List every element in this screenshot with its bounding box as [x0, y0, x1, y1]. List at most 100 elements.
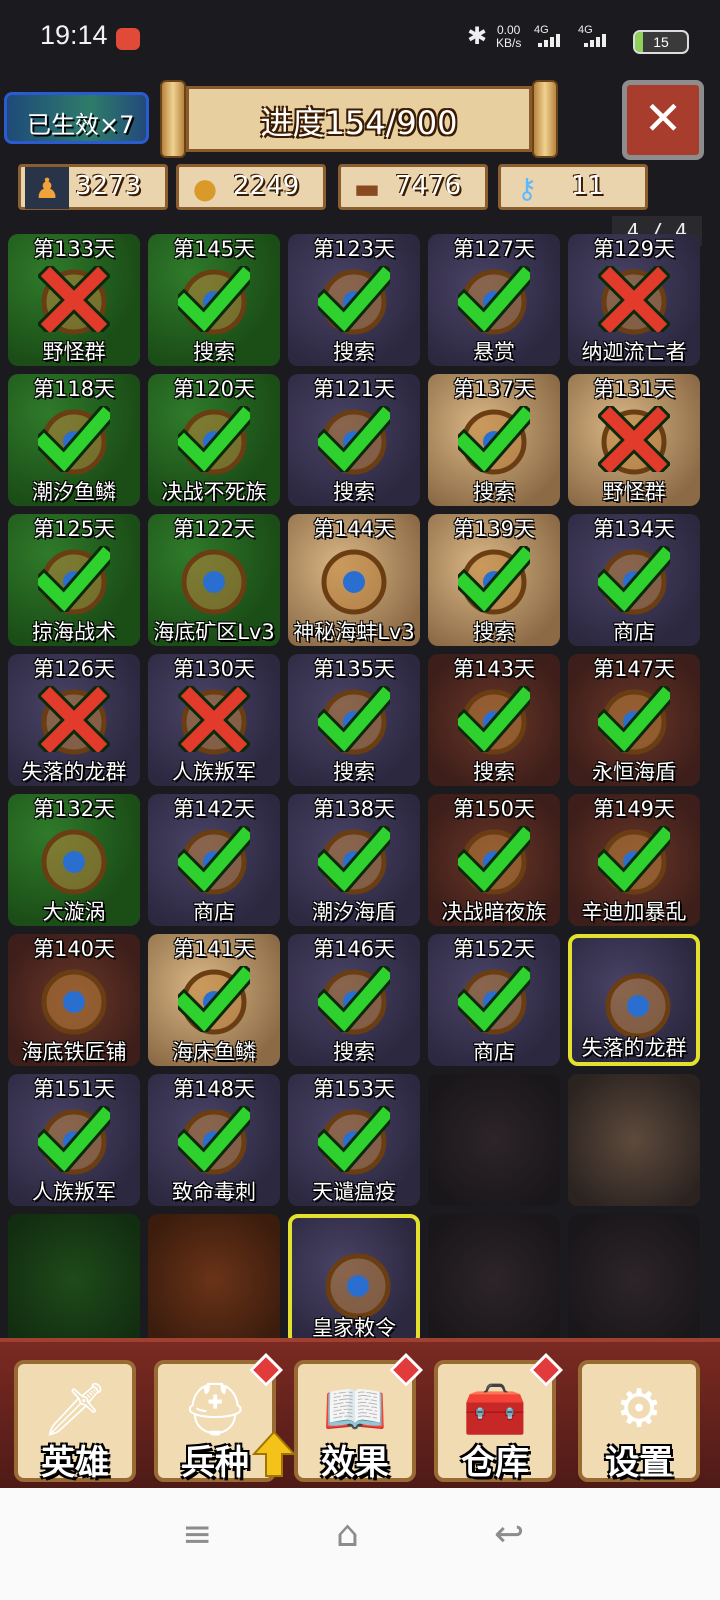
close-button[interactable]: ✕: [622, 80, 704, 160]
event-day-label: 第150天: [452, 797, 536, 821]
event-tile[interactable]: 第139天 搜索: [428, 514, 560, 646]
event-tile[interactable]: 第144天 神秘海蚌Lv3: [288, 514, 420, 646]
check-icon: [318, 686, 390, 752]
check-icon: [598, 686, 670, 752]
bottom-nav: 🗡 英雄 ⛑ 兵种 📖 效果 🧰 仓库 ⚙ 设置: [0, 1338, 720, 1492]
back-icon[interactable]: ↩: [494, 1514, 524, 1555]
event-tile[interactable]: 第148天 致命毒刺: [148, 1074, 280, 1206]
event-tile[interactable]: 第153天 天谴瘟疫: [288, 1074, 420, 1206]
event-day-label: 第142天: [172, 797, 256, 821]
wood-logs-icon: ▬: [353, 171, 381, 205]
close-icon: ✕: [643, 91, 683, 145]
event-day-label: 第130天: [172, 657, 256, 681]
event-name-label: 野怪群: [42, 340, 106, 364]
event-day-label: 第143天: [452, 657, 536, 681]
gold-coins-icon: ●: [192, 171, 218, 205]
event-day-label: 第134天: [592, 517, 676, 541]
event-name-label: 野怪群: [602, 480, 666, 504]
event-art-icon: [41, 829, 107, 895]
nav-effects-button[interactable]: 📖 效果: [294, 1353, 423, 1483]
resource-wood: ▬ 7476: [338, 164, 488, 210]
bluetooth-icon: ✱: [467, 22, 488, 50]
event-day-label: 第148天: [172, 1077, 256, 1101]
event-tile[interactable]: 第150天决战暗夜族: [428, 794, 560, 926]
event-name-label: 决战暗夜族: [441, 900, 547, 924]
event-tile[interactable]: 第130天 人族叛军: [148, 654, 280, 786]
event-tile[interactable]: 皇家敕令: [288, 1214, 420, 1346]
event-day-label: 第137天: [452, 377, 536, 401]
cross-icon: [178, 686, 250, 752]
event-tile[interactable]: 第143天 搜索: [428, 654, 560, 786]
event-art-icon: [41, 969, 107, 1035]
event-name-label: 大漩涡: [42, 900, 106, 924]
event-name-label: 神秘海蚌Lv3: [293, 620, 415, 644]
check-icon: [318, 406, 390, 472]
event-tile[interactable]: 第142天 商店: [148, 794, 280, 926]
cross-icon: [598, 406, 670, 472]
event-tile[interactable]: 第121天 搜索: [288, 374, 420, 506]
event-tile[interactable]: 第126天 失落的龙群: [8, 654, 140, 786]
event-name-label: 商店: [473, 1040, 515, 1064]
check-icon: [458, 686, 530, 752]
signal-bars-icon: [538, 34, 560, 47]
event-day-label: 第138天: [312, 797, 396, 821]
event-tile[interactable]: 第134天 商店: [568, 514, 700, 646]
network-speed: 0.00 KB/s: [496, 23, 522, 50]
check-icon: [178, 966, 250, 1032]
event-day-label: 第132天: [32, 797, 116, 821]
event-tile[interactable]: 第133天 野怪群: [8, 234, 140, 366]
event-tile[interactable]: [148, 1214, 280, 1346]
event-day-label: 第135天: [312, 657, 396, 681]
event-name-label: 悬赏: [473, 340, 515, 364]
event-tile[interactable]: 第127天悬赏: [428, 234, 560, 366]
event-art-icon: [454, 1242, 534, 1320]
event-tile[interactable]: 第151天 人族叛军: [8, 1074, 140, 1206]
event-tile[interactable]: 第125天 掠海战术: [8, 514, 140, 646]
event-tile[interactable]: 第135天 搜索: [288, 654, 420, 786]
event-day-label: 第147天: [592, 657, 676, 681]
event-day-label: 第141天: [172, 937, 256, 961]
event-tile[interactable]: [428, 1214, 560, 1346]
event-tile[interactable]: 第146天 搜索: [288, 934, 420, 1066]
cross-icon: [598, 266, 670, 332]
event-tile[interactable]: [8, 1214, 140, 1346]
menu-icon[interactable]: ≡: [182, 1514, 212, 1555]
event-tile[interactable]: 第138天 潮汐海盾: [288, 794, 420, 926]
check-icon: [458, 546, 530, 612]
event-tile[interactable]: 第120天 决战不死族: [148, 374, 280, 506]
event-tile[interactable]: [568, 1214, 700, 1346]
event-art-icon: [594, 1242, 674, 1320]
event-tile[interactable]: [568, 1074, 700, 1206]
nav-hero-button[interactable]: 🗡 英雄: [14, 1360, 136, 1483]
event-day-label: 第121天: [312, 377, 396, 401]
event-tile[interactable]: 第149天 辛迪加暴乱: [568, 794, 700, 926]
event-tile[interactable]: 失落的龙群: [568, 934, 700, 1066]
alert-badge: [529, 1353, 563, 1387]
nav-settings-button[interactable]: ⚙ 设置: [578, 1360, 700, 1483]
event-tile[interactable]: 第129天 纳迦流亡者: [568, 234, 700, 366]
event-tile[interactable]: 第118天 潮汐鱼鳞: [8, 374, 140, 506]
event-tile[interactable]: 第132天大漩涡: [8, 794, 140, 926]
event-tile[interactable]: 第137天 搜索: [428, 374, 560, 506]
check-icon: [318, 1106, 390, 1172]
event-tile[interactable]: 第123天 搜索: [288, 234, 420, 366]
home-icon[interactable]: ⌂: [336, 1514, 359, 1555]
event-tile[interactable]: 第140天 海底铁匠铺: [8, 934, 140, 1066]
event-day-label: 第127天: [452, 237, 536, 261]
event-tile[interactable]: 第122天海底矿区Lv3: [148, 514, 280, 646]
event-tile[interactable]: 第147天永恒海盾: [568, 654, 700, 786]
event-tile[interactable]: [428, 1074, 560, 1206]
event-day-label: 第122天: [172, 517, 256, 541]
event-name-label: 永恒海盾: [592, 760, 676, 784]
event-name-label: 海底矿区Lv3: [153, 620, 275, 644]
event-tile[interactable]: 第141天 海床鱼鳞: [148, 934, 280, 1066]
signal-bars-icon: [584, 34, 606, 47]
active-effects-badge[interactable]: 已生效×7: [4, 92, 149, 144]
event-name-label: 失落的龙群: [21, 760, 127, 784]
event-tile[interactable]: 第145天 搜索: [148, 234, 280, 366]
nav-storage-button[interactable]: 🧰 仓库: [434, 1353, 563, 1483]
check-icon: [458, 266, 530, 332]
event-tile[interactable]: 第152天 商店: [428, 934, 560, 1066]
event-tile[interactable]: 第131天 野怪群: [568, 374, 700, 506]
event-day-label: 第139天: [452, 517, 536, 541]
